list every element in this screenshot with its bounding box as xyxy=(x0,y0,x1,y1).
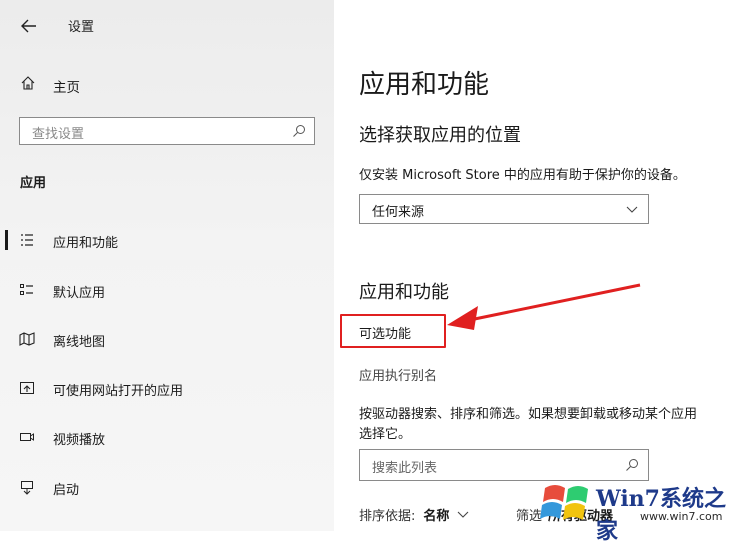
sort-by-control[interactable]: 排序依据: 名称 xyxy=(359,505,469,524)
chevron-down-icon xyxy=(626,206,638,213)
search-icon xyxy=(626,459,638,471)
title-bar: 设置 xyxy=(0,0,334,52)
settings-search-input[interactable]: 查找设置 xyxy=(19,117,315,145)
optional-features-highlight-box xyxy=(340,314,446,348)
apps-features-heading: 应用和功能 xyxy=(359,282,449,303)
apps-for-websites-icon xyxy=(20,382,34,394)
page-title: 应用和功能 xyxy=(359,70,490,100)
install-source-dropdown[interactable]: 任何来源 xyxy=(359,194,649,224)
sidebar-item-label: 可使用网站打开的应用 xyxy=(53,384,184,399)
install-source-value: 任何来源 xyxy=(372,205,425,220)
install-location-heading: 选择获取应用的位置 xyxy=(359,125,521,146)
apps-features-icon xyxy=(21,234,33,246)
startup-icon xyxy=(21,481,33,495)
description-line: 选择它。 xyxy=(359,427,412,442)
sort-value: 名称 xyxy=(423,509,450,524)
sidebar-item-apps-features[interactable]: 应用和功能 xyxy=(0,220,334,260)
sidebar-item-default-apps[interactable]: 默认应用 xyxy=(0,270,334,310)
sort-label: 排序依据: xyxy=(359,509,416,524)
sidebar-item-startup[interactable]: 启动 xyxy=(0,467,334,507)
sidebar-section-title: 应用 xyxy=(20,176,47,191)
description-line: 按驱动器搜索、排序和筛选。如果想要卸载或移动某个应用 xyxy=(359,407,698,422)
sidebar-item-label: 视频播放 xyxy=(53,433,106,448)
sidebar-item-video-playback[interactable]: 视频播放 xyxy=(0,417,334,457)
watermark-url: www.win7.com xyxy=(640,510,723,523)
install-location-description: 仅安装 Microsoft Store 中的应用有助于保护你的设备。 xyxy=(359,168,686,183)
sidebar: 设置 主页 查找设置 应用 应用和功能 默认应用 离线地图 可使用网站打开的应用… xyxy=(0,0,334,531)
back-arrow-icon xyxy=(21,19,36,33)
chevron-down-icon xyxy=(458,511,469,518)
search-icon xyxy=(293,125,305,137)
search-placeholder: 查找设置 xyxy=(32,127,85,142)
default-apps-icon xyxy=(20,284,33,295)
video-playback-icon xyxy=(20,433,34,441)
sidebar-item-home[interactable]: 主页 xyxy=(0,66,334,102)
back-button[interactable] xyxy=(14,12,44,40)
home-icon xyxy=(21,76,35,90)
app-execution-alias-link[interactable]: 应用执行别名 xyxy=(359,365,437,384)
main-content: 应用和功能 选择获取应用的位置 仅安装 Microsoft Store 中的应用… xyxy=(334,0,734,531)
sidebar-item-offline-maps[interactable]: 离线地图 xyxy=(0,319,334,359)
search-sort-filter-description: 按驱动器搜索、排序和筛选。如果想要卸载或移动某个应用 选择它。 xyxy=(359,405,734,445)
windows-logo-icon xyxy=(540,485,588,520)
list-search-placeholder: 搜索此列表 xyxy=(372,461,438,476)
window-title: 设置 xyxy=(68,20,95,35)
sidebar-item-apps-for-websites[interactable]: 可使用网站打开的应用 xyxy=(0,368,334,408)
sidebar-item-label: 启动 xyxy=(53,483,80,498)
sidebar-item-label: 离线地图 xyxy=(53,335,106,350)
sidebar-item-label: 默认应用 xyxy=(53,286,106,301)
sidebar-item-label: 应用和功能 xyxy=(53,236,119,251)
sidebar-home-label: 主页 xyxy=(53,80,80,96)
offline-maps-icon xyxy=(19,332,35,346)
